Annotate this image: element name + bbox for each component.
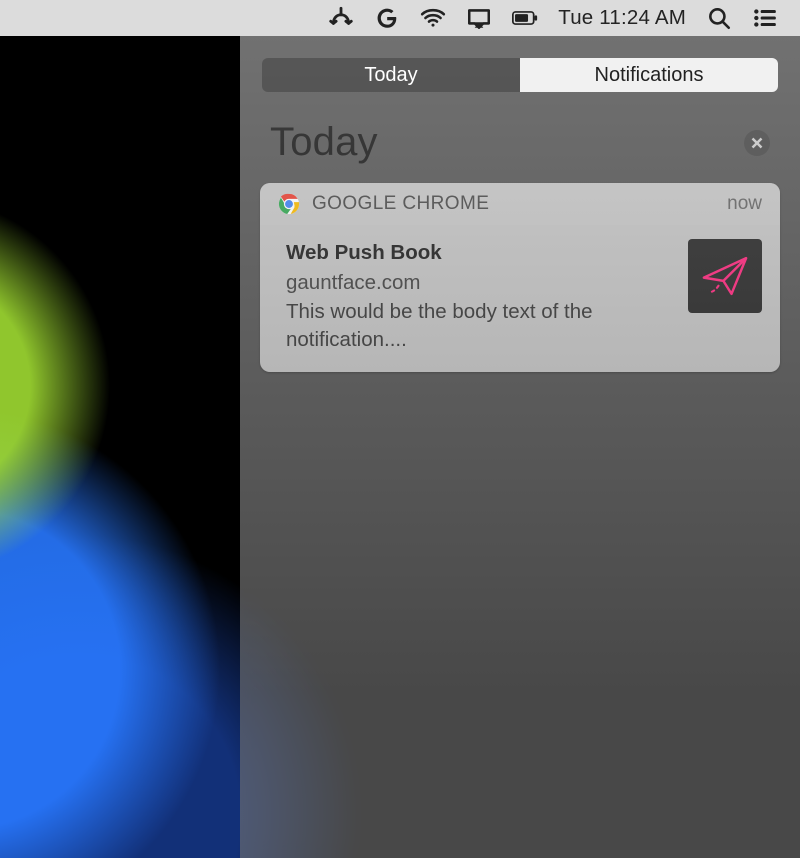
notification-card[interactable]: GOOGLE CHROME now Web Push Book gauntfac… (260, 183, 780, 372)
section-heading-today: Today (270, 120, 378, 165)
notification-center-panel: Today Notifications Today G (240, 36, 800, 858)
chrome-icon (278, 193, 300, 215)
airplay-icon[interactable] (456, 0, 502, 36)
google-status-icon[interactable] (364, 0, 410, 36)
notification-app-name: GOOGLE CHROME (312, 193, 727, 215)
tab-today[interactable]: Today (262, 58, 520, 92)
notification-image (688, 239, 762, 313)
notification-site: gauntface.com (286, 269, 672, 297)
notification-title: Web Push Book (286, 239, 672, 267)
nc-segmented-control: Today Notifications (262, 58, 778, 92)
clear-section-button[interactable] (744, 130, 770, 156)
spotlight-icon[interactable] (696, 0, 742, 36)
notification-message: This would be the body text of the notif… (286, 298, 672, 353)
menubar: Tue 11:24 AM (0, 0, 800, 36)
menubar-clock[interactable]: Tue 11:24 AM (548, 0, 696, 36)
battery-icon[interactable] (502, 0, 548, 36)
paper-plane-icon (699, 250, 751, 302)
notification-header: GOOGLE CHROME now (260, 183, 780, 225)
wifi-icon[interactable] (410, 0, 456, 36)
tab-notifications[interactable]: Notifications (520, 58, 778, 92)
close-icon (751, 137, 763, 149)
notification-time: now (727, 193, 762, 215)
app-switcher-icon[interactable] (318, 0, 364, 36)
notification-body: Web Push Book gauntface.com This would b… (260, 225, 780, 372)
notification-center-icon[interactable] (742, 0, 788, 36)
